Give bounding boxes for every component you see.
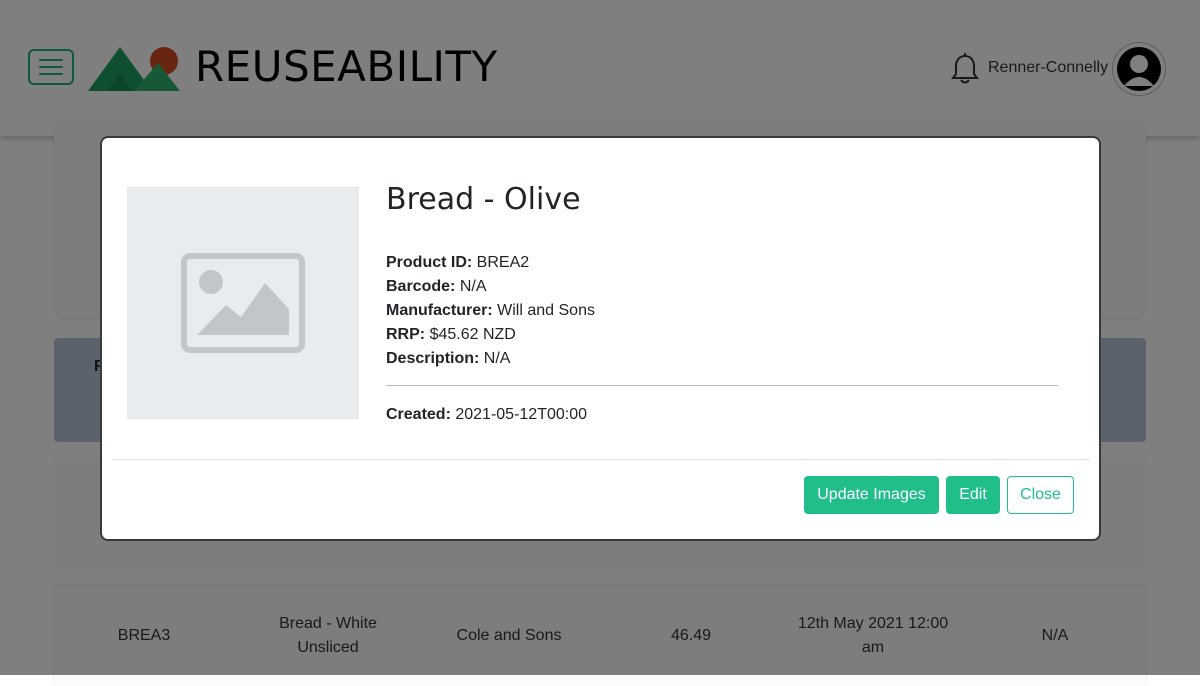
product-image	[127, 187, 359, 419]
value-rrp: $45.62 NZD	[429, 326, 516, 343]
detail-product-id: Product ID: BREA2	[386, 251, 595, 275]
value-description: N/A	[483, 350, 511, 367]
value-created: 2021-05-12T00:00	[455, 406, 588, 423]
image-placeholder-icon	[181, 253, 305, 353]
value-manufacturer: Will and Sons	[497, 302, 595, 319]
detail-rrp: RRP: $45.62 NZD	[386, 323, 595, 347]
update-images-button[interactable]: Update Images	[804, 476, 939, 514]
product-title: Bread - Olive	[386, 182, 581, 217]
value-product-id: BREA2	[476, 254, 530, 271]
detail-manufacturer: Manufacturer: Will and Sons	[386, 299, 595, 323]
label-created: Created:	[386, 406, 451, 423]
modal-footer-divider	[112, 459, 1090, 460]
details-divider	[386, 385, 1058, 386]
detail-created: Created: 2021-05-12T00:00	[386, 403, 587, 427]
label-manufacturer: Manufacturer:	[386, 302, 493, 319]
label-description: Description:	[386, 350, 480, 367]
edit-button[interactable]: Edit	[946, 476, 1000, 514]
value-barcode: N/A	[459, 278, 487, 295]
detail-description: Description: N/A	[386, 347, 595, 371]
product-details: Product ID: BREA2 Barcode: N/A Manufactu…	[386, 251, 595, 371]
close-button[interactable]: Close	[1007, 476, 1074, 514]
label-product-id: Product ID:	[386, 254, 473, 271]
product-modal: Bread - Olive Product ID: BREA2 Barcode:…	[100, 136, 1101, 541]
detail-barcode: Barcode: N/A	[386, 275, 595, 299]
label-barcode: Barcode:	[386, 278, 456, 295]
label-rrp: RRP:	[386, 326, 426, 343]
